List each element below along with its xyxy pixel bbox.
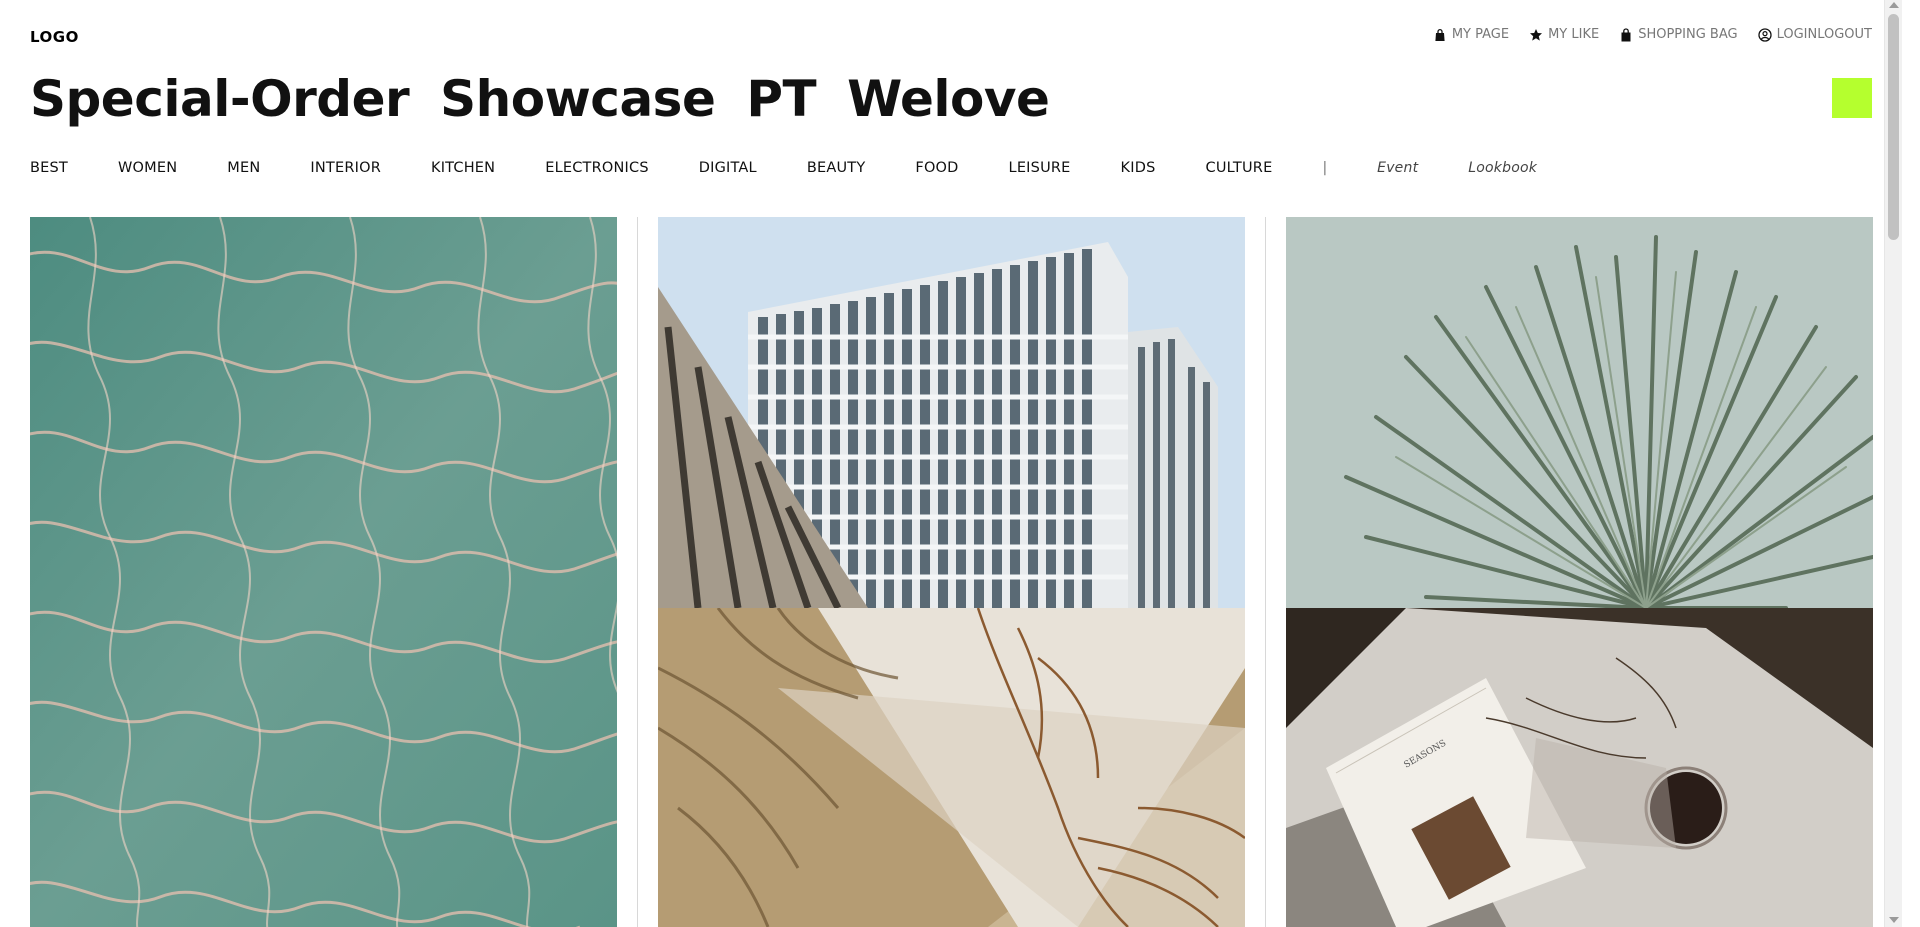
nav-item-leisure[interactable]: LEISURE	[1009, 160, 1071, 176]
nav-item-women[interactable]: WOMEN	[118, 160, 177, 176]
nav-item-kitchen[interactable]: KITCHEN	[431, 160, 495, 176]
title-word-welove: Welove	[847, 70, 1050, 128]
column-divider	[637, 217, 638, 927]
login-logout-link[interactable]: LOGINLOGOUT	[1757, 27, 1872, 42]
nav-item-digital[interactable]: DIGITAL	[699, 160, 757, 176]
modern-building-photo[interactable]	[658, 217, 1245, 608]
user-circle-icon	[1757, 27, 1772, 42]
nav-item-lookbook[interactable]: Lookbook	[1468, 160, 1537, 176]
scrollbar-thumb[interactable]	[1888, 14, 1899, 240]
vertical-scrollbar[interactable]	[1884, 0, 1902, 927]
title-word-showcase: Showcase	[440, 70, 716, 128]
category-nav: BEST WOMEN MEN INTERIOR KITCHEN ELECTRON…	[30, 160, 1587, 176]
bag-dark-icon	[1433, 28, 1447, 42]
nav-item-best[interactable]: BEST	[30, 160, 68, 176]
my-page-link[interactable]: MY PAGE	[1433, 27, 1509, 42]
site-logo[interactable]: LOGO	[30, 28, 79, 46]
column-divider	[1265, 217, 1266, 927]
scroll-down-arrow-icon[interactable]	[1889, 917, 1899, 923]
utility-menu: MY PAGE MY LIKE SHOPPING BAG LOGINLOGOUT	[1433, 27, 1872, 42]
page: LOGO MY PAGE MY LIKE SHOPPING BAG LOGINL…	[0, 0, 1902, 927]
nav-item-electronics[interactable]: ELECTRONICS	[545, 160, 649, 176]
nav-item-event[interactable]: Event	[1377, 160, 1418, 176]
my-like-label: MY LIKE	[1548, 27, 1600, 42]
nav-item-men[interactable]: MEN	[227, 160, 260, 176]
nav-item-beauty[interactable]: BEAUTY	[807, 160, 866, 176]
nav-separator: |	[1322, 160, 1328, 176]
shopping-bag-label: SHOPPING BAG	[1638, 27, 1738, 42]
water-ripple-photo[interactable]	[30, 217, 617, 927]
nav-item-interior[interactable]: INTERIOR	[310, 160, 381, 176]
my-like-link[interactable]: MY LIKE	[1529, 27, 1599, 42]
my-page-label: MY PAGE	[1451, 27, 1510, 42]
menu-toggle-square[interactable]	[1832, 78, 1872, 118]
nav-item-kids[interactable]: KIDS	[1121, 160, 1156, 176]
brand-title-row: Special-Order Showcase PT Welove	[30, 67, 1050, 131]
nav-item-food[interactable]: FOOD	[915, 160, 958, 176]
nav-item-culture[interactable]: CULTURE	[1206, 160, 1273, 176]
scroll-up-arrow-icon[interactable]	[1889, 2, 1899, 8]
title-word-pt: PT	[746, 70, 817, 128]
agave-plant-photo[interactable]	[1286, 217, 1873, 608]
magazine-still-life-photo[interactable]: SEASONS	[1286, 608, 1873, 927]
shopping-bag-link[interactable]: SHOPPING BAG	[1619, 27, 1738, 42]
login-logout-label: LOGINLOGOUT	[1776, 27, 1872, 42]
title-word-special-order: Special-Order	[30, 70, 410, 128]
shopping-bag-icon	[1619, 27, 1633, 42]
palm-shadow-photo[interactable]	[658, 608, 1245, 927]
star-icon	[1529, 28, 1543, 42]
